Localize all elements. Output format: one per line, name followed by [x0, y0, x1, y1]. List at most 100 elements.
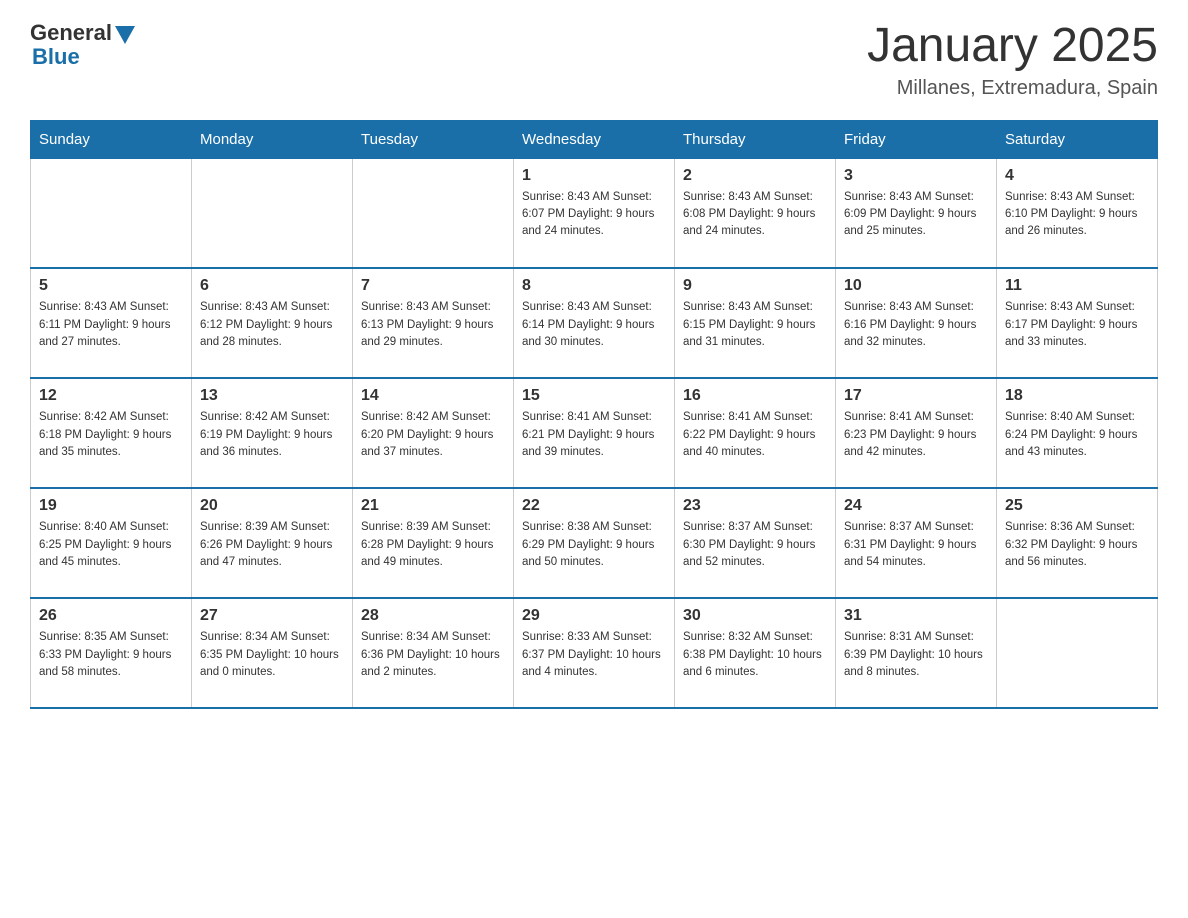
day-info: Sunrise: 8:42 AM Sunset: 6:20 PM Dayligh… — [361, 409, 505, 461]
calendar-cell: 27 Sunrise: 8:34 AM Sunset: 6:35 PM Dayli… — [192, 598, 353, 708]
calendar-subtitle: Millanes, Extremadura, Spain — [867, 77, 1158, 100]
day-info: Sunrise: 8:43 AM Sunset: 6:17 PM Dayligh… — [1005, 299, 1149, 351]
day-info: Sunrise: 8:38 AM Sunset: 6:29 PM Dayligh… — [522, 519, 666, 571]
calendar-table: SundayMondayTuesdayWednesdayThursdayFrid… — [30, 120, 1158, 710]
day-number: 12 — [39, 387, 183, 405]
day-info: Sunrise: 8:43 AM Sunset: 6:16 PM Dayligh… — [844, 299, 988, 351]
calendar-cell: 9 Sunrise: 8:43 AM Sunset: 6:15 PM Daylig… — [675, 268, 836, 378]
column-header-sunday: Sunday — [31, 120, 192, 158]
day-info: Sunrise: 8:43 AM Sunset: 6:11 PM Dayligh… — [39, 299, 183, 351]
calendar-cell: 12 Sunrise: 8:42 AM Sunset: 6:18 PM Dayli… — [31, 378, 192, 488]
day-number: 4 — [1005, 167, 1149, 185]
day-number: 8 — [522, 277, 666, 295]
day-number: 22 — [522, 497, 666, 515]
page-header: General Blue January 2025 Millanes, Extr… — [30, 20, 1158, 100]
logo: General Blue — [30, 20, 135, 70]
calendar-week-row: 12 Sunrise: 8:42 AM Sunset: 6:18 PM Dayli… — [31, 378, 1158, 488]
calendar-cell: 13 Sunrise: 8:42 AM Sunset: 6:19 PM Dayli… — [192, 378, 353, 488]
day-number: 20 — [200, 497, 344, 515]
day-number: 5 — [39, 277, 183, 295]
calendar-cell: 15 Sunrise: 8:41 AM Sunset: 6:21 PM Dayli… — [514, 378, 675, 488]
column-header-saturday: Saturday — [997, 120, 1158, 158]
day-info: Sunrise: 8:34 AM Sunset: 6:36 PM Dayligh… — [361, 629, 505, 681]
day-number: 17 — [844, 387, 988, 405]
day-number: 27 — [200, 607, 344, 625]
calendar-cell: 29Sunrise: 8:33 AM Sunset: 6:37 PM Dayli… — [514, 598, 675, 708]
calendar-cell: 22 Sunrise: 8:38 AM Sunset: 6:29 PM Dayli… — [514, 488, 675, 598]
logo-triangle-icon — [115, 26, 135, 44]
day-number: 19 — [39, 497, 183, 515]
day-info: Sunrise: 8:34 AM Sunset: 6:35 PM Dayligh… — [200, 629, 344, 681]
day-info: Sunrise: 8:32 AM Sunset: 6:38 PM Dayligh… — [683, 629, 827, 681]
day-number: 29 — [522, 607, 666, 625]
calendar-cell: 19 Sunrise: 8:40 AM Sunset: 6:25 PM Dayli… — [31, 488, 192, 598]
day-info: Sunrise: 8:31 AM Sunset: 6:39 PM Dayligh… — [844, 629, 988, 681]
day-info: Sunrise: 8:42 AM Sunset: 6:19 PM Dayligh… — [200, 409, 344, 461]
calendar-week-row: 5 Sunrise: 8:43 AM Sunset: 6:11 PM Daylig… — [31, 268, 1158, 378]
calendar-cell: 3Sunrise: 8:43 AM Sunset: 6:09 PM Daylig… — [836, 158, 997, 268]
day-number: 7 — [361, 277, 505, 295]
day-info: Sunrise: 8:40 AM Sunset: 6:24 PM Dayligh… — [1005, 409, 1149, 461]
calendar-cell: 23 Sunrise: 8:37 AM Sunset: 6:30 PM Dayli… — [675, 488, 836, 598]
day-info: Sunrise: 8:37 AM Sunset: 6:30 PM Dayligh… — [683, 519, 827, 571]
calendar-cell — [353, 158, 514, 268]
day-info: Sunrise: 8:40 AM Sunset: 6:25 PM Dayligh… — [39, 519, 183, 571]
day-info: Sunrise: 8:42 AM Sunset: 6:18 PM Dayligh… — [39, 409, 183, 461]
calendar-cell: 11 Sunrise: 8:43 AM Sunset: 6:17 PM Dayli… — [997, 268, 1158, 378]
day-number: 16 — [683, 387, 827, 405]
day-info: Sunrise: 8:41 AM Sunset: 6:22 PM Dayligh… — [683, 409, 827, 461]
day-number: 10 — [844, 277, 988, 295]
day-info: Sunrise: 8:41 AM Sunset: 6:21 PM Dayligh… — [522, 409, 666, 461]
calendar-cell — [997, 598, 1158, 708]
calendar-cell: 31 Sunrise: 8:31 AM Sunset: 6:39 PM Dayli… — [836, 598, 997, 708]
calendar-cell: 25 Sunrise: 8:36 AM Sunset: 6:32 PM Dayli… — [997, 488, 1158, 598]
calendar-title: January 2025 — [867, 20, 1158, 73]
column-header-monday: Monday — [192, 120, 353, 158]
calendar-cell: 10 Sunrise: 8:43 AM Sunset: 6:16 PM Dayli… — [836, 268, 997, 378]
column-header-wednesday: Wednesday — [514, 120, 675, 158]
day-info: Sunrise: 8:43 AM Sunset: 6:15 PM Dayligh… — [683, 299, 827, 351]
calendar-cell: 21Sunrise: 8:39 AM Sunset: 6:28 PM Dayli… — [353, 488, 514, 598]
column-header-thursday: Thursday — [675, 120, 836, 158]
day-info: Sunrise: 8:43 AM Sunset: 6:09 PM Dayligh… — [844, 189, 988, 241]
logo-blue-text: Blue — [32, 44, 135, 70]
day-number: 21 — [361, 497, 505, 515]
day-info: Sunrise: 8:43 AM Sunset: 6:12 PM Dayligh… — [200, 299, 344, 351]
day-info: Sunrise: 8:37 AM Sunset: 6:31 PM Dayligh… — [844, 519, 988, 571]
calendar-week-row: 19 Sunrise: 8:40 AM Sunset: 6:25 PM Dayli… — [31, 488, 1158, 598]
title-block: January 2025 Millanes, Extremadura, Spai… — [867, 20, 1158, 100]
day-info: Sunrise: 8:43 AM Sunset: 6:08 PM Dayligh… — [683, 189, 827, 241]
calendar-cell: 4Sunrise: 8:43 AM Sunset: 6:10 PM Daylig… — [997, 158, 1158, 268]
logo-general-text: General — [30, 20, 112, 46]
calendar-header-row: SundayMondayTuesdayWednesdayThursdayFrid… — [31, 120, 1158, 158]
calendar-cell: 17Sunrise: 8:41 AM Sunset: 6:23 PM Dayli… — [836, 378, 997, 488]
calendar-cell: 7 Sunrise: 8:43 AM Sunset: 6:13 PM Daylig… — [353, 268, 514, 378]
calendar-cell: 2 Sunrise: 8:43 AM Sunset: 6:08 PM Daylig… — [675, 158, 836, 268]
calendar-cell: 26Sunrise: 8:35 AM Sunset: 6:33 PM Dayli… — [31, 598, 192, 708]
day-number: 23 — [683, 497, 827, 515]
day-number: 15 — [522, 387, 666, 405]
day-number: 2 — [683, 167, 827, 185]
day-info: Sunrise: 8:43 AM Sunset: 6:13 PM Dayligh… — [361, 299, 505, 351]
day-number: 6 — [200, 277, 344, 295]
calendar-cell: 24Sunrise: 8:37 AM Sunset: 6:31 PM Dayli… — [836, 488, 997, 598]
calendar-cell: 1Sunrise: 8:43 AM Sunset: 6:07 PM Daylig… — [514, 158, 675, 268]
calendar-cell — [31, 158, 192, 268]
day-number: 25 — [1005, 497, 1149, 515]
calendar-cell: 16 Sunrise: 8:41 AM Sunset: 6:22 PM Dayli… — [675, 378, 836, 488]
calendar-cell: 30 Sunrise: 8:32 AM Sunset: 6:38 PM Dayli… — [675, 598, 836, 708]
day-info: Sunrise: 8:39 AM Sunset: 6:26 PM Dayligh… — [200, 519, 344, 571]
day-number: 18 — [1005, 387, 1149, 405]
day-number: 1 — [522, 167, 666, 185]
day-number: 13 — [200, 387, 344, 405]
calendar-cell: 8Sunrise: 8:43 AM Sunset: 6:14 PM Daylig… — [514, 268, 675, 378]
calendar-cell: 20 Sunrise: 8:39 AM Sunset: 6:26 PM Dayli… — [192, 488, 353, 598]
day-number: 30 — [683, 607, 827, 625]
day-number: 28 — [361, 607, 505, 625]
day-info: Sunrise: 8:36 AM Sunset: 6:32 PM Dayligh… — [1005, 519, 1149, 571]
day-number: 31 — [844, 607, 988, 625]
calendar-cell: 28 Sunrise: 8:34 AM Sunset: 6:36 PM Dayli… — [353, 598, 514, 708]
day-number: 9 — [683, 277, 827, 295]
calendar-cell: 6 Sunrise: 8:43 AM Sunset: 6:12 PM Daylig… — [192, 268, 353, 378]
day-number: 11 — [1005, 277, 1149, 295]
